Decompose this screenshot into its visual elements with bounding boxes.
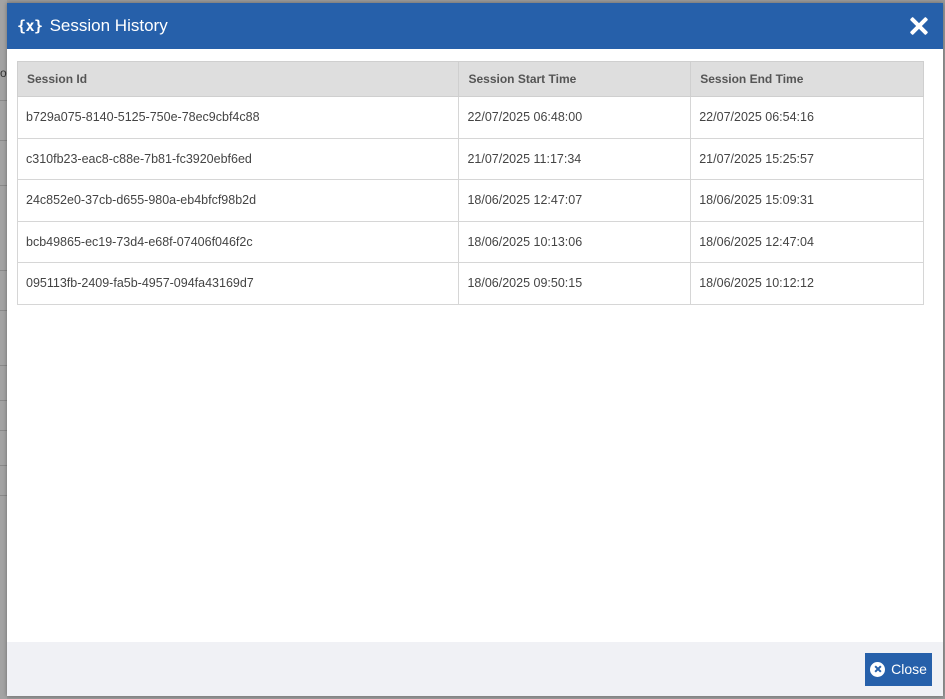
start-time-cell: 21/07/2025 11:17:34 <box>458 137 692 180</box>
start-time-cell: 22/07/2025 06:48:00 <box>458 96 692 139</box>
close-button-label: Close <box>891 661 927 677</box>
column-header-end-time[interactable]: Session End Time <box>690 61 924 97</box>
close-button[interactable]: Close <box>865 652 932 686</box>
end-time-cell: 18/06/2025 12:47:04 <box>690 220 924 263</box>
background-strip <box>0 0 7 699</box>
table-row[interactable]: bcb49865-ec19-73d4-e68f-07406f046f2c 18/… <box>16 220 924 263</box>
session-table: Session Id Session Start Time Session En… <box>16 61 924 305</box>
table-row[interactable]: b729a075-8140-5125-750e-78ec9cbf4c88 22/… <box>16 96 924 139</box>
end-time-cell: 22/07/2025 06:54:16 <box>690 96 924 139</box>
start-time-cell: 18/06/2025 12:47:07 <box>458 179 692 222</box>
end-time-cell: 18/06/2025 10:12:12 <box>690 262 924 305</box>
dialog-footer: Close <box>7 642 943 696</box>
session-id-cell: b729a075-8140-5125-750e-78ec9cbf4c88 <box>16 96 460 139</box>
start-time-cell: 18/06/2025 10:13:06 <box>458 220 692 263</box>
variable-icon: {x} <box>17 17 43 35</box>
close-icon[interactable] <box>907 14 931 38</box>
column-header-session-id[interactable]: Session Id <box>16 61 460 97</box>
session-id-cell: 24c852e0-37cb-d655-980a-eb4bfcf98b2d <box>16 179 460 222</box>
session-id-cell: bcb49865-ec19-73d4-e68f-07406f046f2c <box>16 220 460 263</box>
table-row[interactable]: 095113fb-2409-fa5b-4957-094fa43169d7 18/… <box>16 262 924 305</box>
end-time-cell: 18/06/2025 15:09:31 <box>690 179 924 222</box>
dialog-header: {x} Session History <box>7 3 943 49</box>
session-id-cell: c310fb23-eac8-c88e-7b81-fc3920ebf6ed <box>16 137 460 180</box>
end-time-cell: 21/07/2025 15:25:57 <box>690 137 924 180</box>
table-row[interactable]: 24c852e0-37cb-d655-980a-eb4bfcf98b2d 18/… <box>16 179 924 222</box>
table-header-row: Session Id Session Start Time Session En… <box>16 61 924 97</box>
background-text: o <box>0 66 7 80</box>
dialog-title: Session History <box>49 16 168 35</box>
circle-close-icon <box>870 661 886 677</box>
column-header-start-time[interactable]: Session Start Time <box>458 61 692 97</box>
table-row[interactable]: c310fb23-eac8-c88e-7b81-fc3920ebf6ed 21/… <box>16 137 924 180</box>
session-history-dialog: {x} Session History Session Id Session S… <box>7 3 943 696</box>
dialog-body: Session Id Session Start Time Session En… <box>7 49 943 642</box>
start-time-cell: 18/06/2025 09:50:15 <box>458 262 692 305</box>
session-id-cell: 095113fb-2409-fa5b-4957-094fa43169d7 <box>16 262 460 305</box>
